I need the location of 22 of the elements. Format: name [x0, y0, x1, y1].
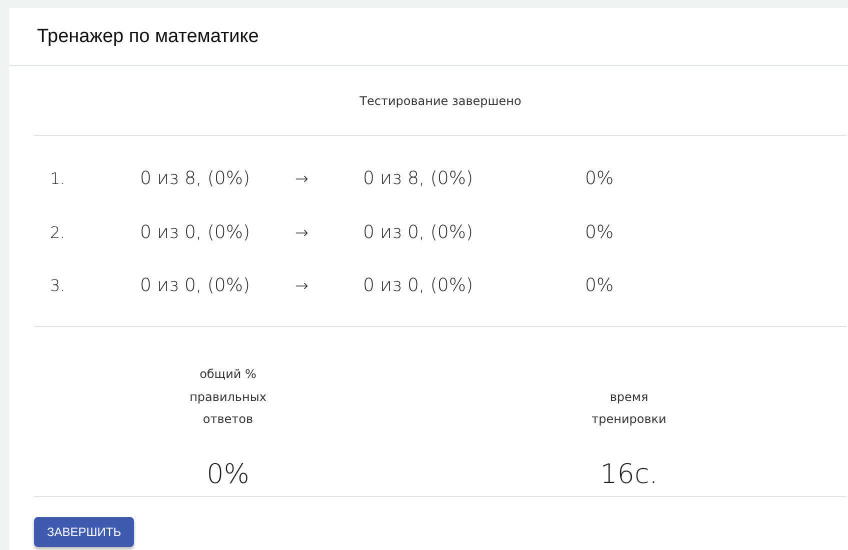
percent-text: 0% — [585, 275, 614, 296]
percent-text: 0% — [585, 222, 614, 243]
row-number: 2. — [49, 222, 66, 242]
score-text: 0 из 0, (0%) — [140, 275, 251, 296]
arrow-glyph: → — [295, 169, 310, 188]
stat-value: 0% — [206, 458, 250, 490]
stat-label: общий % правильных ответов — [188, 366, 268, 428]
stat-value: 16с. — [600, 458, 658, 490]
row-number: 1. — [49, 169, 66, 188]
arrow-glyph: → — [295, 222, 310, 242]
score-text: 0 из 0, (0%) — [363, 222, 474, 243]
score-text: 0 из 8, (0%) — [140, 168, 251, 190]
status-text: Тестирование завершено — [360, 94, 522, 108]
arrow-glyph: → — [295, 276, 310, 296]
score-text: 0 из 0, (0%) — [363, 275, 474, 296]
score-text: 0 из 8, (0%) — [363, 168, 474, 190]
row-number: 3. — [49, 276, 66, 296]
finish-button[interactable]: ЗАВЕРШИТЬ — [34, 516, 134, 546]
stat-label: время тренировки — [590, 388, 668, 428]
page-title: Тренажер по математике — [37, 26, 259, 48]
score-text: 0 из 0, (0%) — [140, 222, 251, 243]
percent-text: 0% — [585, 168, 614, 190]
